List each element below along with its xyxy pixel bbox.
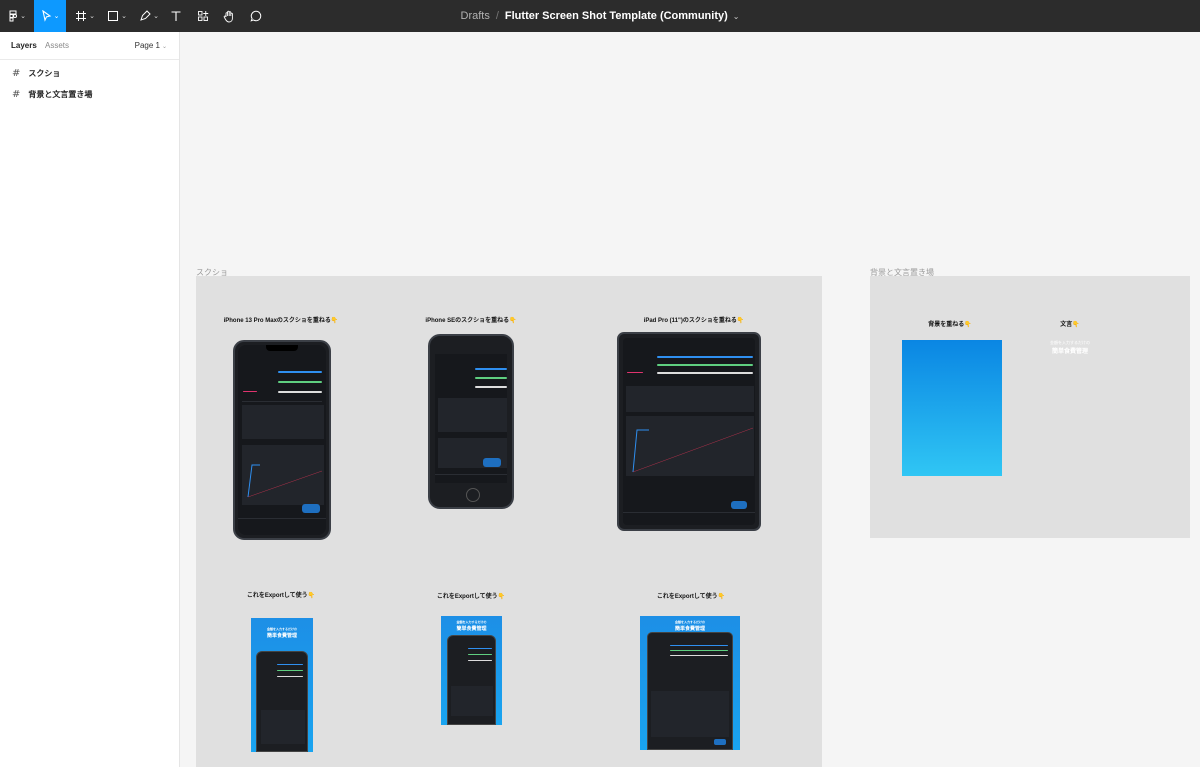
comment-tool-button[interactable]: [246, 0, 266, 32]
phone-screen: [435, 354, 507, 483]
pen-icon: [139, 10, 151, 22]
layer-item[interactable]: # スクショ: [0, 63, 179, 84]
background-gradient[interactable]: [902, 340, 1002, 476]
resources-icon: [197, 10, 209, 22]
figma-logo-icon: [8, 10, 18, 22]
layer-label: スクショ: [28, 69, 61, 78]
title-iphone13: iPhone 13 Pro Maxのスクショを重ねる👇: [223, 318, 339, 324]
text-caption-main[interactable]: 簡単食費管理: [1035, 346, 1105, 355]
shape-tool-button[interactable]: ⌄: [102, 0, 132, 32]
page-selector-label: Page 1: [134, 41, 160, 50]
panel-tabs: Layers Assets Page 1 ⌄: [0, 32, 179, 60]
rectangle-icon: [107, 10, 119, 22]
chevron-down-icon[interactable]: ⌄: [733, 12, 740, 21]
export-caption-main: 簡単食費管理: [266, 633, 297, 639]
move-tool-button[interactable]: ⌄: [34, 0, 66, 32]
hand-tool-button[interactable]: [219, 0, 239, 32]
tablet-screen: [623, 338, 755, 525]
hand-icon: [223, 10, 235, 23]
pen-tool-button[interactable]: ⌄: [134, 0, 164, 32]
frame-hash-icon: #: [12, 68, 21, 79]
top-toolbar: ⌄ ⌄ ⌄ ⌄ ⌄ Drafts / Flutter Screen Shot T…: [0, 0, 1200, 32]
frame-background-text[interactable]: 背景を重ねる👇 文言👇 金額を入力するだけの 簡単食費管理: [870, 276, 1190, 538]
export-caption-top: 金額を入力するだけの: [266, 627, 297, 631]
layers-panel: Layers Assets Page 1 ⌄ # スクショ # 背景と文言置き場: [0, 32, 180, 767]
export-caption-top: 金額を入力するだけの: [674, 620, 705, 624]
layer-label: 背景と文言置き場: [28, 90, 93, 99]
tab-assets[interactable]: Assets: [45, 41, 69, 50]
text-tool-button[interactable]: [166, 0, 186, 32]
title-export-2: これをExportして使う👇: [436, 594, 506, 600]
phone-screen: [238, 345, 326, 535]
ipad-mockup[interactable]: [617, 332, 761, 531]
text-t-icon: [170, 10, 182, 22]
chevron-down-icon: ⌄: [53, 12, 60, 20]
iphonese-mockup[interactable]: [428, 334, 514, 509]
title-export-3: これをExportして使う👇: [656, 594, 726, 600]
export-caption-main: 簡単食費管理: [456, 626, 487, 632]
main-menu-button[interactable]: ⌄: [2, 0, 32, 32]
design-canvas[interactable]: スクショ iPhone 13 Pro Maxのスクショを重ねる👇 iPhone …: [180, 32, 1200, 767]
iphone13-mockup[interactable]: [233, 340, 331, 540]
export-caption-top: 金額を入力するだけの: [456, 620, 487, 624]
frame-screenshots[interactable]: iPhone 13 Pro Maxのスクショを重ねる👇 iPhone SEのスク…: [196, 276, 822, 767]
page-selector[interactable]: Page 1 ⌄: [135, 41, 167, 50]
title-export-1: これをExportして使う👇: [246, 593, 316, 599]
file-name[interactable]: Flutter Screen Shot Template (Community): [505, 10, 728, 22]
resources-tool-button[interactable]: [193, 0, 213, 32]
breadcrumb-drafts[interactable]: Drafts: [461, 10, 490, 22]
layer-item[interactable]: # 背景と文言置き場: [0, 84, 179, 105]
chevron-down-icon: ⌄: [121, 12, 127, 20]
comment-icon: [250, 10, 262, 22]
chevron-down-icon: ⌄: [89, 12, 95, 20]
chevron-down-icon: ⌄: [161, 43, 167, 50]
title-iphonese: iPhone SEのスクショを重ねる👇: [425, 318, 517, 324]
export-card-ipad[interactable]: 金額を入力するだけの 簡単食費管理: [640, 616, 740, 750]
export-caption-main: 簡単食費管理: [674, 626, 705, 632]
chevron-down-icon: ⌄: [153, 12, 159, 20]
chevron-down-icon: ⌄: [20, 12, 26, 20]
frame-hash-icon: #: [12, 89, 21, 100]
tab-layers[interactable]: Layers: [11, 41, 37, 50]
export-card-iphonese[interactable]: 金額を入力するだけの 簡単食費管理: [441, 616, 502, 725]
breadcrumb-separator: /: [495, 10, 499, 22]
frame-tool-button[interactable]: ⌄: [70, 0, 100, 32]
frame-hash-icon: [75, 10, 87, 22]
export-card-iphone13[interactable]: 金額を入力するだけの 簡単食費管理: [251, 618, 313, 752]
title-ipad: iPad Pro (11")のスクショを重ねる👇: [643, 318, 745, 324]
cursor-icon: [41, 10, 52, 22]
title-text: 文言👇: [1060, 322, 1080, 328]
title-background: 背景を重ねる👇: [928, 322, 972, 328]
